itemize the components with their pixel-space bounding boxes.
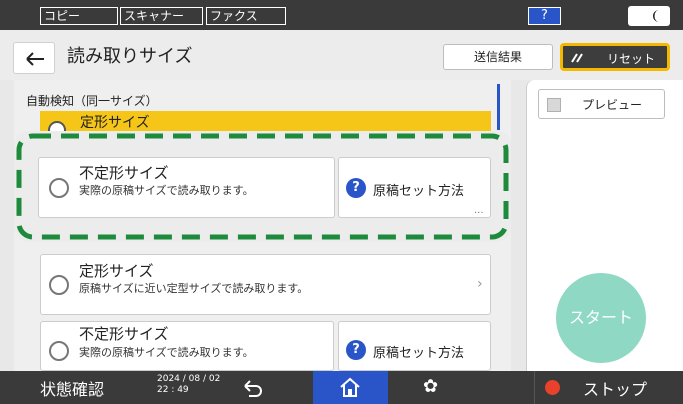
status-check-button[interactable]: 状態確認 [40, 376, 104, 400]
top-bar: コピー スキャナー ファクス ? [0, 0, 683, 30]
reset-label: リセット [607, 52, 656, 66]
radio-button [49, 178, 69, 198]
header: 読み取りサイズ 送信結果 リセット [0, 30, 683, 80]
datetime: 2024 / 08 / 02 22 : 49 [157, 374, 220, 396]
option-irregular-size[interactable]: 不定形サイズ 実際の原稿サイズで読み取ります。 [38, 157, 335, 218]
option-irregular-size-2[interactable]: 不定形サイズ 実際の原稿サイズで読み取ります。 [40, 321, 334, 371]
home-button[interactable] [313, 371, 388, 404]
chevron-right-icon: › [477, 276, 483, 292]
bottom-bar: 状態確認 2024 / 08 / 02 22 : 49 ✿ ストップ [0, 371, 683, 404]
gear-icon[interactable]: ✿ [423, 376, 438, 397]
setting-method-label: 原稿セット方法 [373, 346, 465, 361]
reset-icon [571, 53, 583, 63]
setting-method-button-2[interactable]: ? 原稿セット方法 [338, 321, 491, 371]
return-button[interactable] [241, 379, 265, 401]
reset-button[interactable]: リセット [560, 43, 670, 71]
night-mode-button[interactable] [628, 6, 670, 26]
option-title: 不定形サイズ [79, 325, 169, 343]
tab-scanner[interactable]: スキャナー [120, 7, 203, 25]
radio-button [49, 275, 69, 295]
more-icon: ... [474, 205, 484, 216]
option-subtitle: 実際の原稿サイズで読み取ります。 [79, 346, 254, 359]
option-title: 不定形サイズ [79, 164, 169, 182]
moon-icon [653, 10, 659, 22]
option-standard-size[interactable]: 定形サイズ 原稿サイズに近い定型サイズで読み取ります。 › [40, 254, 491, 315]
section-label: 自動検知（同一サイズ） [26, 94, 158, 108]
time: 22 : 49 [157, 385, 189, 395]
stop-icon [545, 380, 560, 395]
tab-copy[interactable]: コピー [40, 7, 118, 25]
send-result-button[interactable]: 送信結果 [443, 44, 553, 70]
stop-button[interactable]: ストップ [534, 371, 683, 404]
radio-button [49, 341, 69, 361]
setting-method-label: 原稿セット方法 [373, 184, 465, 199]
setting-method-button[interactable]: ? 原稿セット方法 ... [338, 157, 491, 218]
option-title: 定形サイズ [79, 262, 154, 280]
help-button[interactable]: ? [528, 7, 561, 25]
start-button[interactable]: スタート [556, 273, 646, 363]
arrow-left-icon [26, 52, 44, 66]
question-icon: ? [346, 340, 366, 360]
question-icon: ? [346, 178, 366, 198]
scrollbar[interactable] [497, 84, 500, 130]
option-subtitle: 原稿サイズに近い定型サイズで読み取ります。 [79, 282, 309, 295]
selected-option[interactable]: 定形サイズ [40, 111, 491, 139]
selected-option-label: 定形サイズ [80, 115, 150, 131]
date: 2024 / 08 / 02 [157, 374, 221, 384]
option-subtitle: 実際の原稿サイズで読み取ります。 [79, 184, 254, 197]
back-button[interactable] [13, 42, 55, 74]
preview-label: プレビュー [582, 98, 643, 112]
tab-fax[interactable]: ファクス [206, 7, 286, 25]
stop-label: ストップ [583, 380, 648, 399]
undo-arrow-icon [244, 380, 262, 397]
home-icon [340, 377, 360, 397]
preview-checkbox [547, 98, 561, 112]
preview-button[interactable]: プレビュー [538, 89, 665, 119]
page-title: 読み取りサイズ [67, 46, 193, 67]
